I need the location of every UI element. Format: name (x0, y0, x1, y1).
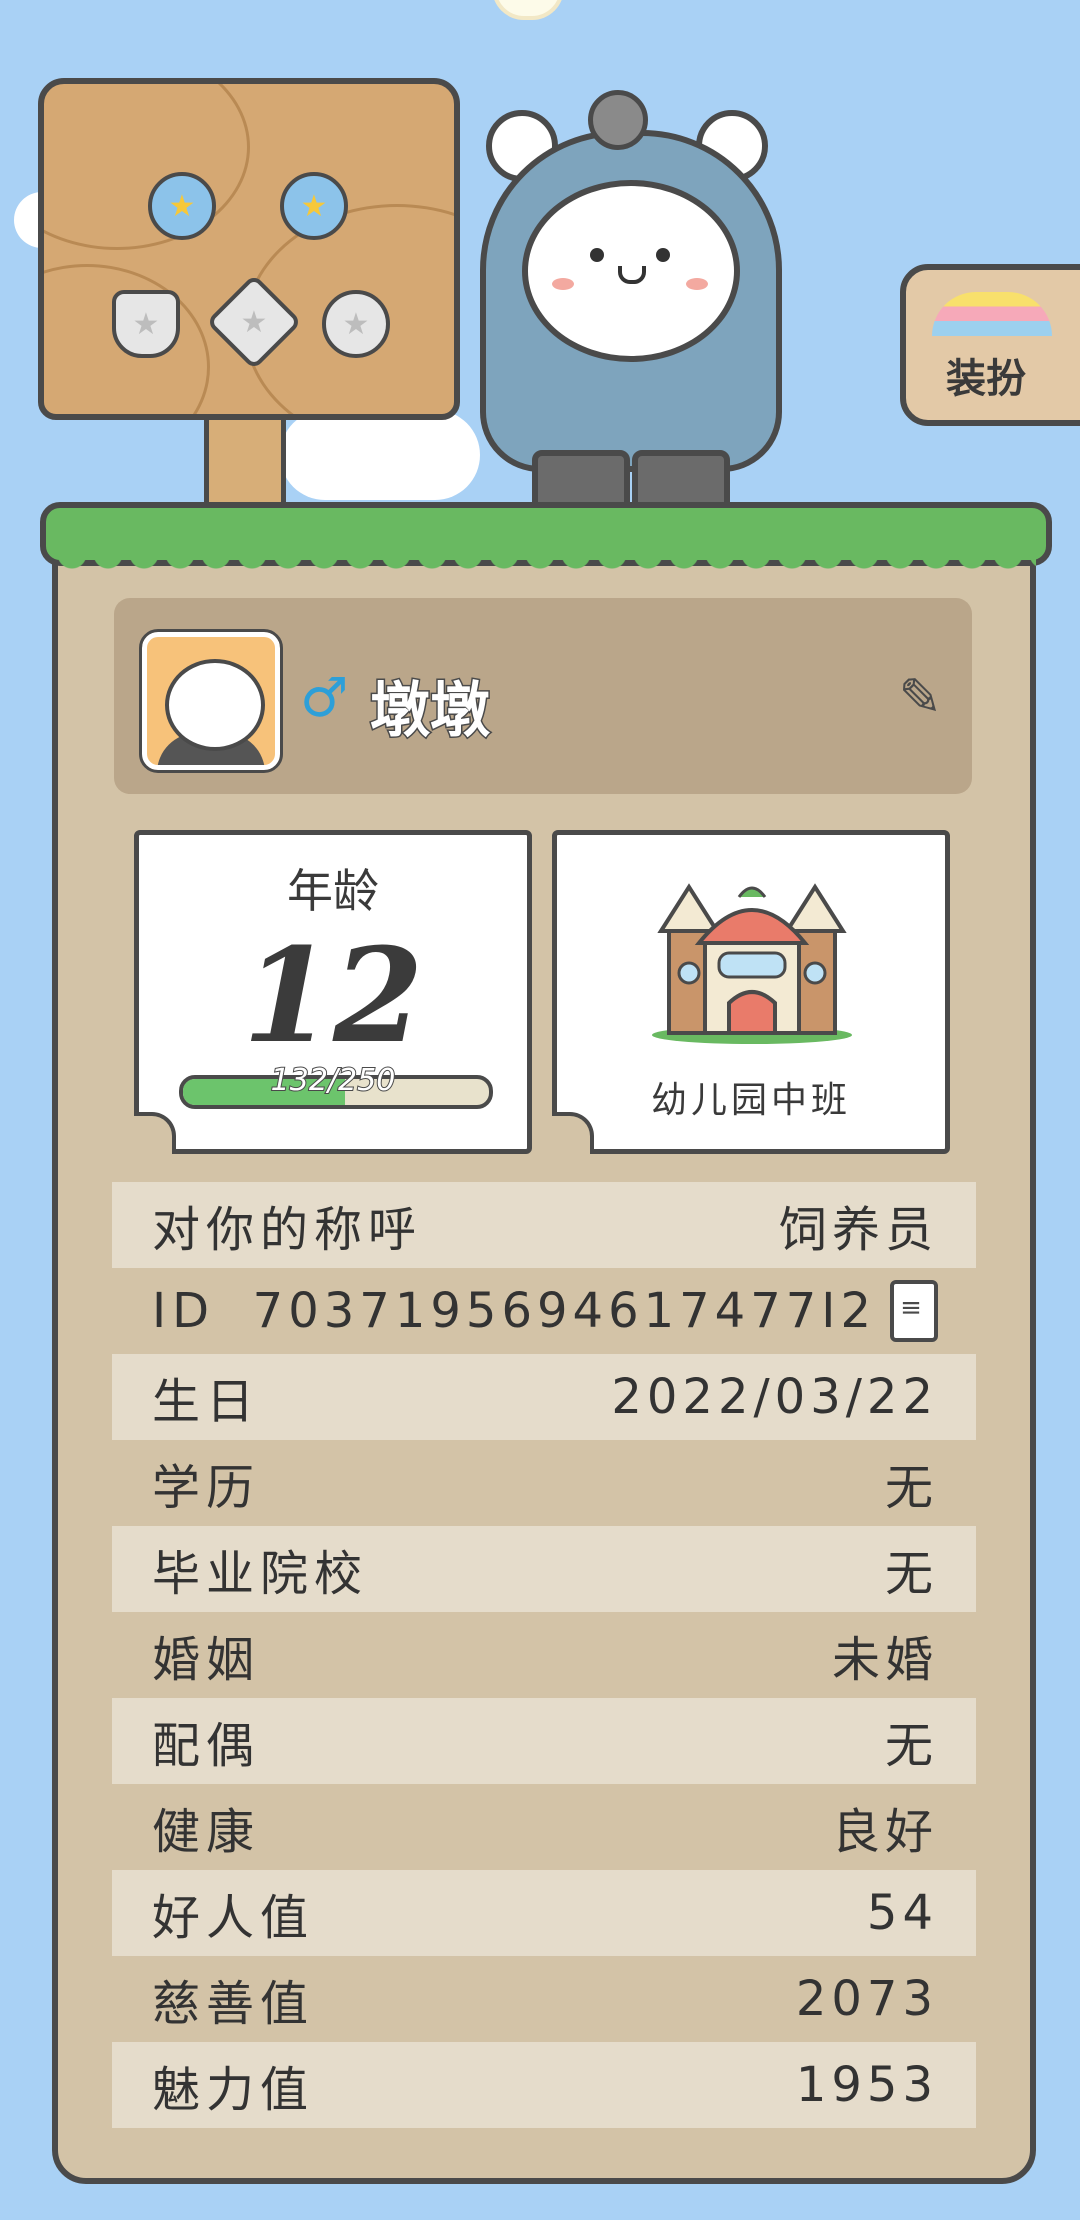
pet-bear-character[interactable] (470, 90, 790, 542)
edit-pencil-icon[interactable]: ✎ (898, 668, 942, 728)
row-value: 2022/03/22 (611, 1369, 938, 1425)
row-label: 学历 (152, 1460, 261, 1516)
copy-icon[interactable]: ≡ (890, 1280, 938, 1342)
list-item: 学历 无 (112, 1440, 976, 1526)
row-label: 婚姻 (152, 1632, 261, 1688)
row-label: 对你的称呼 (152, 1202, 423, 1258)
row-label: 健康 (152, 1804, 261, 1860)
pet-nickname: 墩墩 (369, 675, 492, 748)
row-value: 未婚 (831, 1632, 938, 1688)
home-scene: ★ ★ ★ ★ ★ 装扮 (0, 0, 1080, 542)
row-value: 1953 (795, 2057, 938, 2113)
row-value: 无 (884, 1718, 938, 1774)
row-value: 无 (884, 1460, 938, 1516)
row-label: 配偶 (152, 1718, 261, 1774)
list-item: 健康 良好 (112, 1784, 976, 1870)
row-label: 魅力值 (152, 2062, 315, 2118)
row-label: ID (152, 1283, 216, 1339)
school-tile[interactable]: 幼儿园中班 (552, 830, 950, 1154)
achievement-board[interactable]: ★ ★ ★ ★ ★ (38, 78, 460, 420)
list-item: 毕业院校 无 (112, 1526, 976, 1612)
list-item: 好人值 54 (112, 1870, 976, 1956)
row-label: 好人值 (152, 1890, 315, 1946)
row-label: 毕业院校 (152, 1546, 369, 1602)
age-progress-text: 132/250 (270, 1062, 397, 1099)
row-value: 良好 (831, 1804, 938, 1860)
row-value: 2073 (795, 1971, 938, 2027)
age-label: 年龄 (287, 864, 379, 918)
list-item: 婚姻 未婚 (112, 1612, 976, 1698)
cloud-decoration (280, 410, 480, 500)
kindergarten-building-icon (652, 883, 852, 1044)
rainbow-icon (932, 292, 1052, 336)
avatar[interactable] (139, 629, 283, 773)
star-badge-icon[interactable]: ★ (280, 172, 348, 240)
grass-ledge (40, 502, 1052, 576)
row-value: 54 (866, 1885, 938, 1941)
male-icon: ♂ (300, 666, 349, 729)
list-item: 魅力值 1953 (112, 2042, 976, 2128)
list-item: 配偶 无 (112, 1698, 976, 1784)
row-value: 饲养员 (778, 1202, 938, 1258)
list-item: 对你的称呼 饲养员 (112, 1182, 976, 1268)
info-list: 对你的称呼 饲养员 ID 7037195694617477I2 ≡ 生日 202… (112, 1182, 976, 2128)
id-value: 7037195694617477I2 (252, 1283, 876, 1339)
dress-up-label: 装扮 (946, 356, 1026, 402)
dress-up-button[interactable]: 装扮 (900, 264, 1080, 426)
row-value: 无 (884, 1546, 938, 1602)
list-item: 生日 2022/03/22 (112, 1354, 976, 1440)
list-item: 慈善值 2073 (112, 1956, 976, 2042)
row-label: 生日 (152, 1374, 261, 1430)
profile-header: ♂ 墩墩 ✎ (114, 598, 972, 794)
mouse-hat-icon (588, 90, 648, 150)
list-item: ID 7037195694617477I2 ≡ (112, 1268, 976, 1354)
star-badge-icon[interactable]: ★ (322, 290, 390, 358)
school-grade-label: 幼儿园中班 (650, 1080, 851, 1121)
age-tile: 年龄 12 132/250 (134, 830, 532, 1154)
profile-card: ♂ 墩墩 ✎ 年龄 12 132/250 幼儿园中班 对你的称呼 饲养员 ID … (52, 504, 1036, 2184)
shield-badge-icon[interactable]: ★ (112, 290, 180, 358)
row-label: 慈善值 (152, 1976, 315, 2032)
sun-decoration (492, 0, 564, 20)
age-value: 12 (242, 919, 424, 1072)
star-badge-icon[interactable]: ★ (148, 172, 216, 240)
